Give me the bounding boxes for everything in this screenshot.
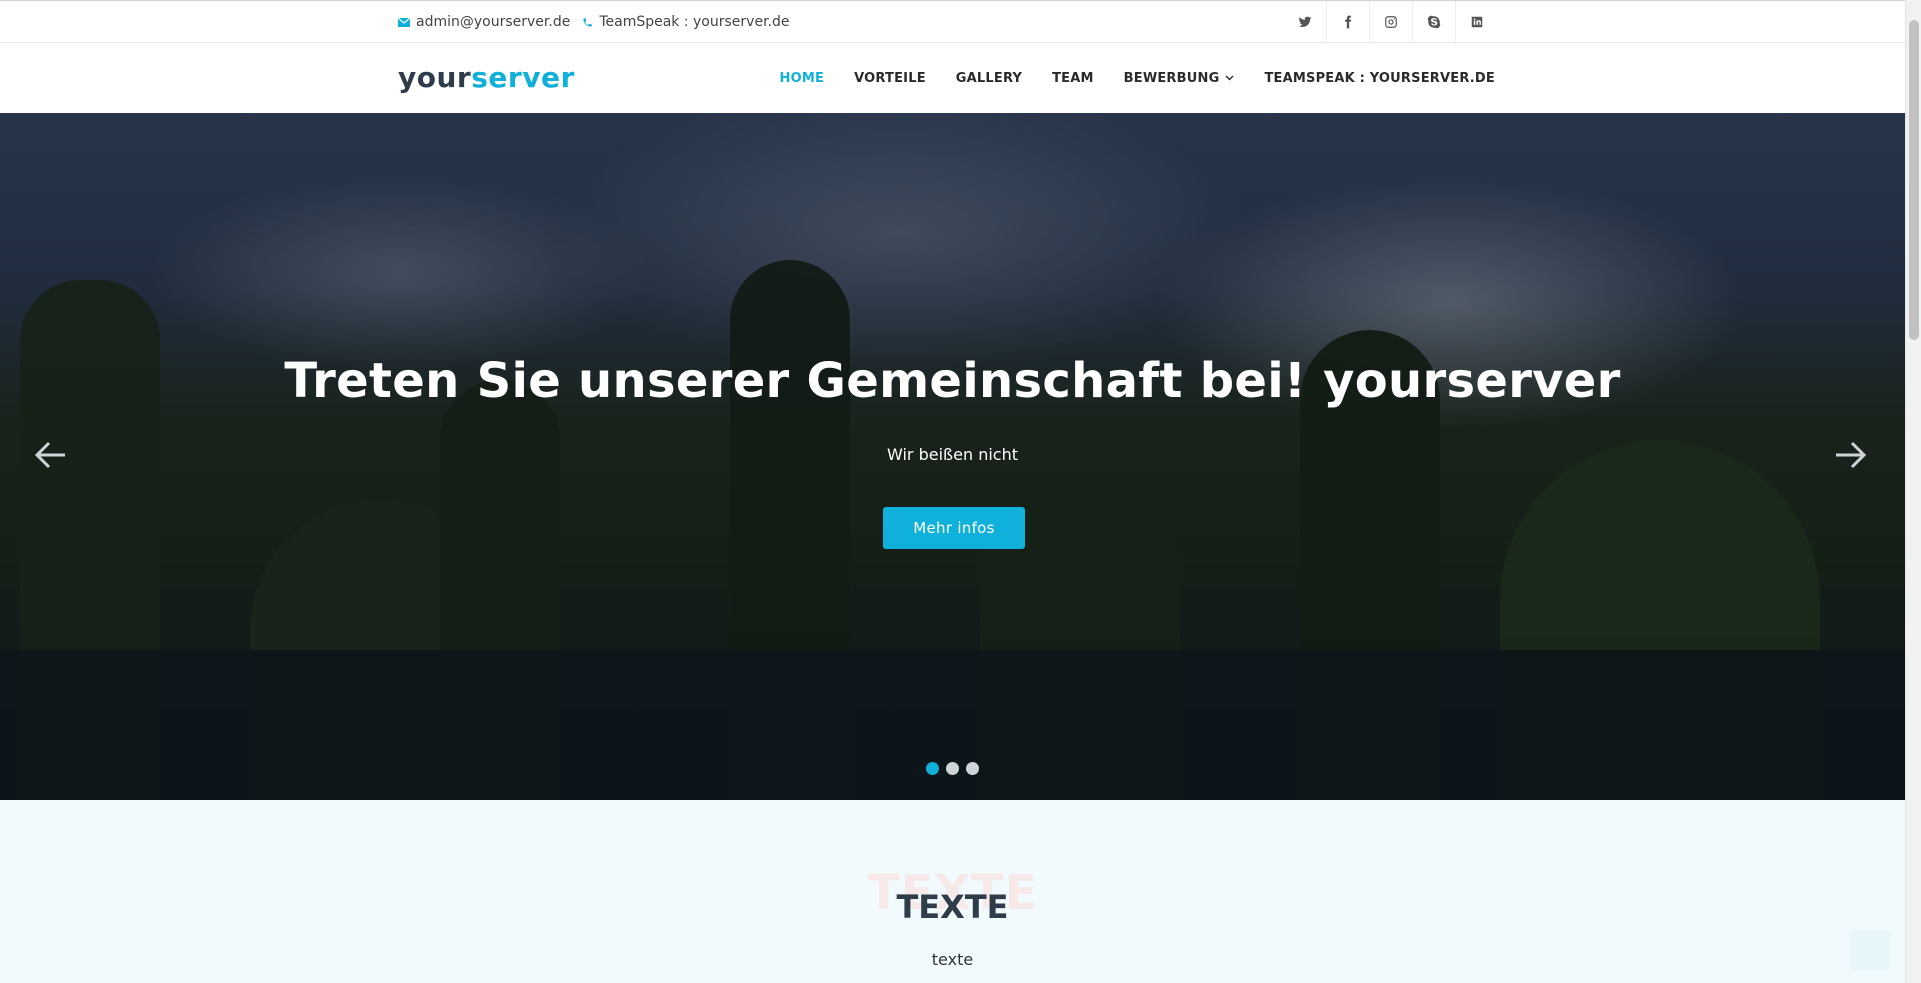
phone-icon: [582, 17, 593, 28]
site-logo[interactable]: yourserver: [398, 61, 575, 94]
twitter-icon[interactable]: [1283, 1, 1326, 43]
facebook-icon[interactable]: [1326, 1, 1369, 43]
logo-part-your: your: [398, 61, 472, 94]
section-text: texte: [931, 950, 974, 969]
skype-icon[interactable]: [1412, 1, 1455, 43]
nav-item-home[interactable]: HOME: [780, 71, 825, 86]
nav-item-gallery[interactable]: GALLERY: [956, 71, 1022, 86]
slider-dot-3[interactable]: [966, 762, 979, 775]
top-bar: admin@yourserver.de TeamSpeak : yourserv…: [0, 0, 1905, 43]
nav-item-team[interactable]: TEAM: [1052, 71, 1094, 86]
linkedin-icon[interactable]: [1455, 1, 1498, 43]
back-to-top-button[interactable]: [1850, 930, 1890, 970]
page-scrollbar[interactable]: [1905, 0, 1921, 983]
main-nav: HOME VORTEILE GALLERY TEAM BEWERBUNG TEA…: [750, 43, 1495, 113]
slider-dot-1[interactable]: [926, 762, 939, 775]
instagram-icon[interactable]: [1369, 1, 1412, 43]
hero-subtitle: Wir beißen nicht: [887, 445, 1018, 464]
nav-item-vorteile[interactable]: VORTEILE: [854, 71, 926, 86]
nav-item-teamspeak[interactable]: TEAMSPEAK : YOURSERVER.DE: [1264, 71, 1495, 86]
section-title: TEXTE: [896, 888, 1009, 926]
hero-slider: Treten Sie unserer Gemeinschaft bei! you…: [0, 113, 1905, 800]
more-info-button[interactable]: Mehr infos: [883, 507, 1025, 549]
teamspeak-link[interactable]: TeamSpeak : yourserver.de: [582, 14, 789, 30]
texte-section: TEXTE TEXTE texte: [0, 800, 1905, 983]
hero-title: Treten Sie unserer Gemeinschaft bei! you…: [284, 353, 1621, 409]
slider-dot-2[interactable]: [946, 762, 959, 775]
nav-item-bewerbung-label: BEWERBUNG: [1123, 70, 1220, 86]
teamspeak-text: TeamSpeak : yourserver.de: [599, 14, 790, 30]
scrollbar-thumb[interactable]: [1909, 20, 1919, 340]
chevron-down-icon: [1225, 73, 1234, 84]
envelope-icon: [398, 17, 410, 27]
email-link[interactable]: admin@yourserver.de: [398, 14, 570, 30]
slider-dots: [926, 762, 986, 775]
contact-info: admin@yourserver.de TeamSpeak : yourserv…: [398, 14, 801, 30]
logo-part-server: server: [471, 61, 575, 94]
main-header: yourserver HOME VORTEILE GALLERY TEAM BE…: [0, 43, 1905, 113]
nav-item-bewerbung[interactable]: BEWERBUNG: [1124, 71, 1235, 86]
social-links: [1283, 1, 1498, 43]
email-text: admin@yourserver.de: [416, 14, 571, 30]
